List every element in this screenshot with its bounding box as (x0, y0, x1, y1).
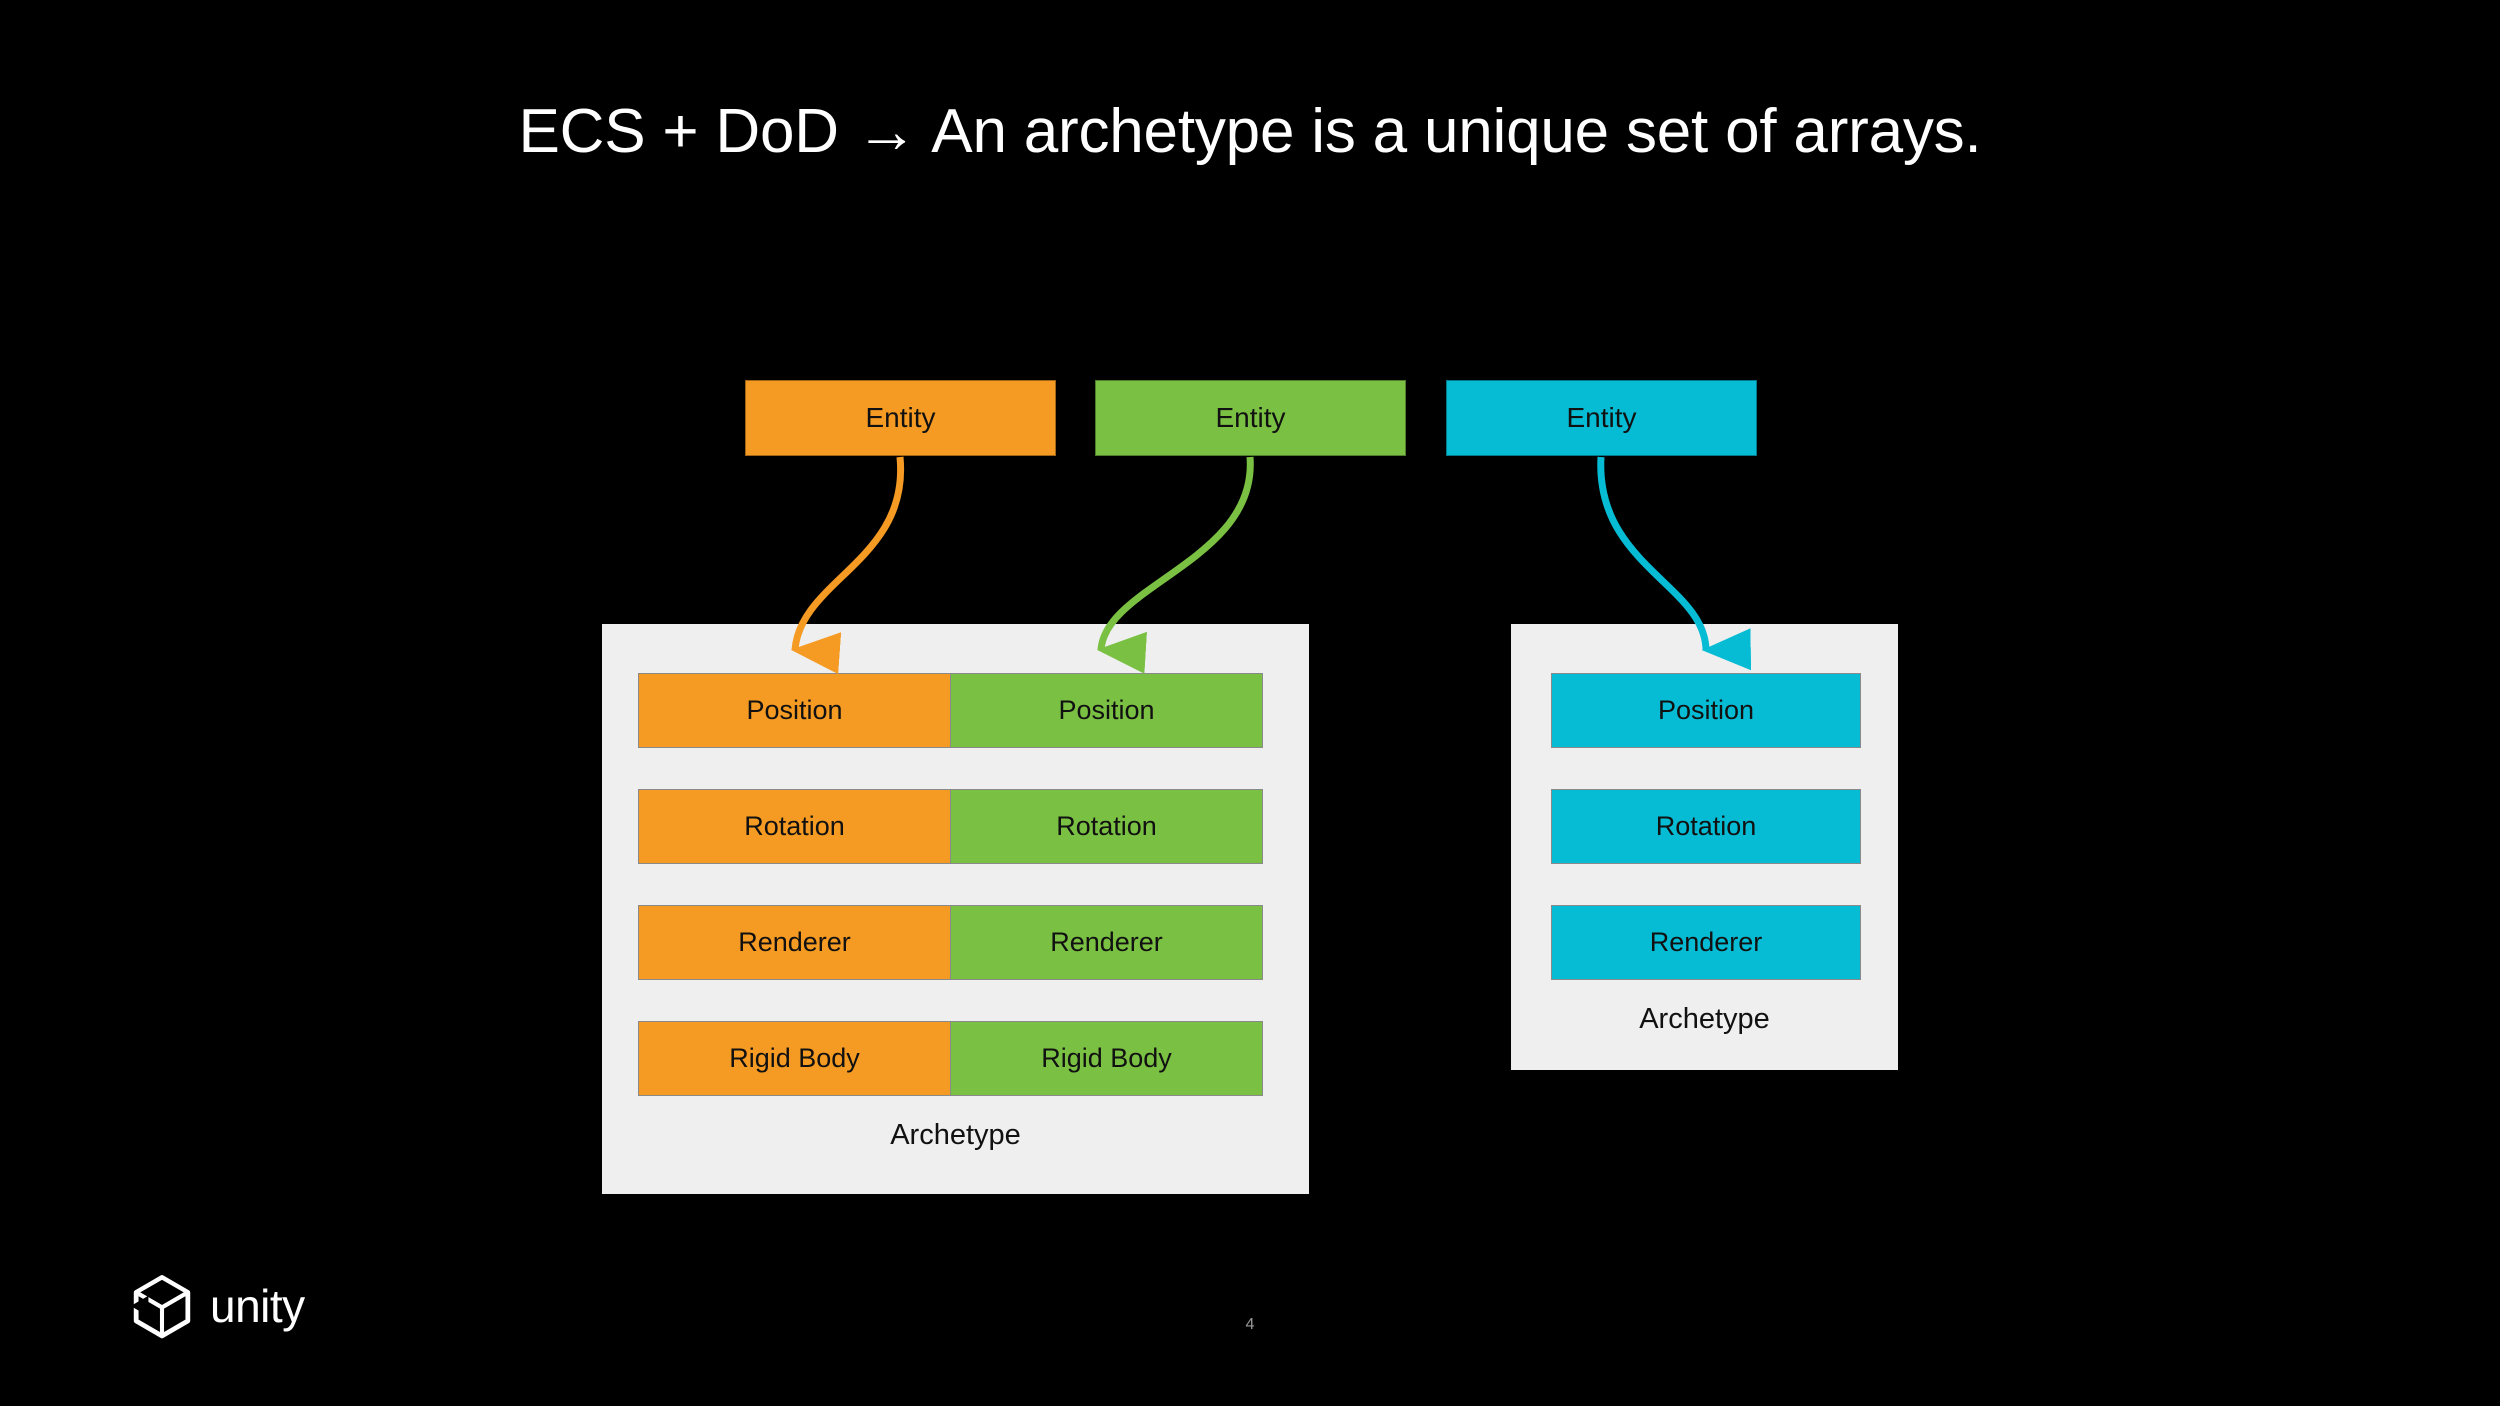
component-label: Position (1058, 695, 1155, 725)
component-label: Rotation (1056, 811, 1157, 841)
component-label: Rigid Body (729, 1043, 860, 1073)
component-cell-orange: Rigid Body (639, 1022, 950, 1095)
page-title: ECS + DoD → An archetype is a unique set… (518, 97, 1982, 166)
component-cell-orange: Position (639, 674, 950, 747)
component-cell-cyan: Renderer (1552, 906, 1860, 979)
component-label: Rigid Body (1041, 1043, 1172, 1073)
component-row: Rotation (1551, 789, 1861, 864)
entity-label: Entity (865, 402, 936, 433)
component-row: Position (1551, 673, 1861, 748)
entity-label: Entity (1566, 402, 1637, 433)
archetype-panel-right: Position Rotation Renderer Archetype (1511, 624, 1898, 1070)
archetype-caption: Archetype (890, 1119, 1021, 1151)
slide-canvas: ECS + DoD → An archetype is a unique set… (0, 0, 2500, 1406)
connector-green-arrow (1096, 456, 1254, 674)
component-row: Position Position (638, 673, 1263, 748)
entity-label: Entity (1215, 402, 1286, 433)
entity-box-green: Entity (1095, 380, 1406, 456)
component-cell-orange: Rotation (639, 790, 950, 863)
component-label: Rotation (744, 811, 845, 841)
page-number: 4 (1245, 1316, 1255, 1333)
component-cell-green: Renderer (950, 906, 1262, 979)
component-label: Rotation (1655, 811, 1757, 841)
component-label: Renderer (1050, 927, 1163, 957)
component-label: Renderer (1649, 927, 1763, 957)
archetype-panel-left: Position Position Rotation Rotation Rend… (602, 624, 1309, 1194)
entity-box-cyan: Entity (1446, 380, 1757, 456)
component-cell-cyan: Position (1552, 674, 1860, 747)
component-cell-green: Position (950, 674, 1262, 747)
component-cell-orange: Renderer (639, 906, 950, 979)
connector-orange-arrow (790, 456, 905, 675)
component-row: Renderer (1551, 905, 1861, 980)
component-row: Renderer Renderer (638, 905, 1263, 980)
component-label: Renderer (738, 927, 851, 957)
component-label: Position (746, 695, 843, 725)
connector-cyan-arrow (1597, 456, 1752, 671)
entity-box-orange: Entity (745, 380, 1056, 456)
component-row: Rigid Body Rigid Body (638, 1021, 1263, 1096)
archetype-caption: Archetype (1639, 1003, 1770, 1035)
component-cell-green: Rotation (950, 790, 1262, 863)
component-cell-cyan: Rotation (1552, 790, 1860, 863)
component-row: Rotation Rotation (638, 789, 1263, 864)
component-label: Position (1657, 695, 1755, 725)
component-cell-green: Rigid Body (950, 1022, 1262, 1095)
